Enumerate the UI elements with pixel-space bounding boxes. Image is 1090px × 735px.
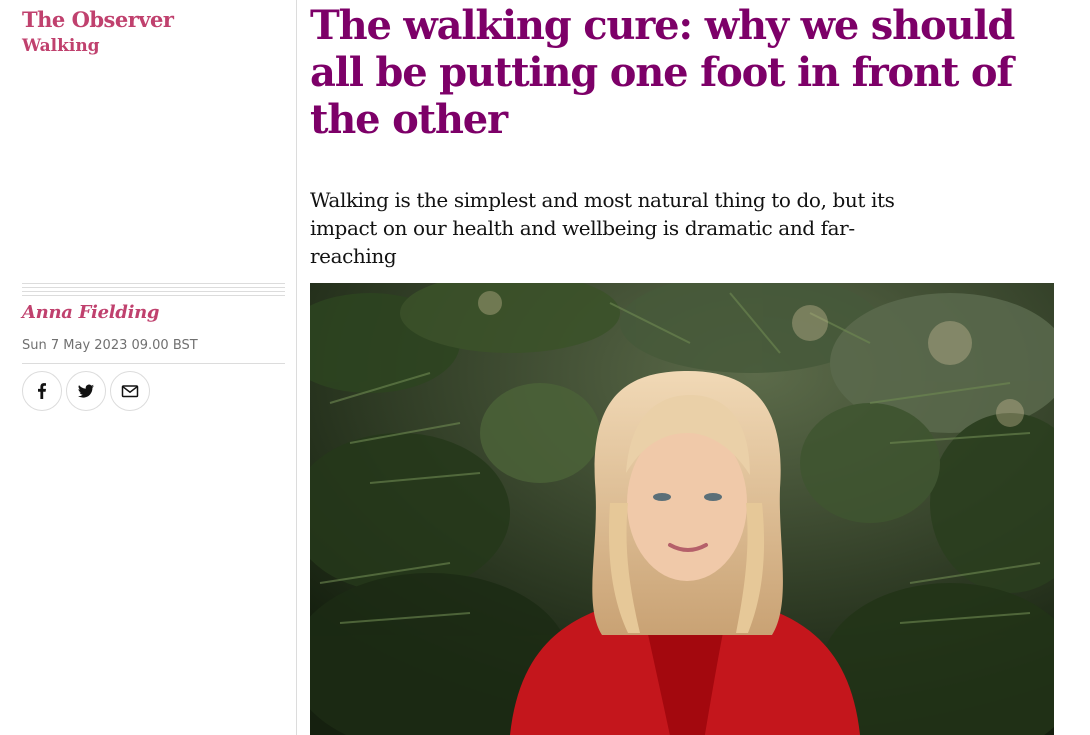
meta-divider (22, 363, 285, 364)
email-icon (120, 381, 140, 401)
article-standfirst: Walking is the simplest and most natural… (310, 188, 895, 268)
facebook-icon (32, 381, 52, 401)
article-page: The Observer Walking Anna Fielding Sun 7… (0, 0, 1090, 735)
twitter-icon (76, 381, 96, 401)
article-headline: The walking cure: why we should all be p… (310, 2, 1015, 143)
section-tag-link[interactable]: Walking (22, 34, 100, 58)
share-facebook-button[interactable] (22, 371, 62, 411)
meta-rules-divider (22, 283, 285, 297)
byline-author-link[interactable]: Anna Fielding (22, 300, 159, 326)
hero-image (310, 283, 1054, 735)
section-kicker-link[interactable]: The Observer (22, 6, 174, 34)
share-buttons (22, 371, 150, 411)
share-email-button[interactable] (110, 371, 150, 411)
share-twitter-button[interactable] (66, 371, 106, 411)
hero-photo-illustration (310, 283, 1054, 735)
dateline: Sun 7 May 2023 09.00 BST (22, 338, 198, 353)
article-meta-column: The Observer Walking Anna Fielding Sun 7… (0, 0, 297, 735)
